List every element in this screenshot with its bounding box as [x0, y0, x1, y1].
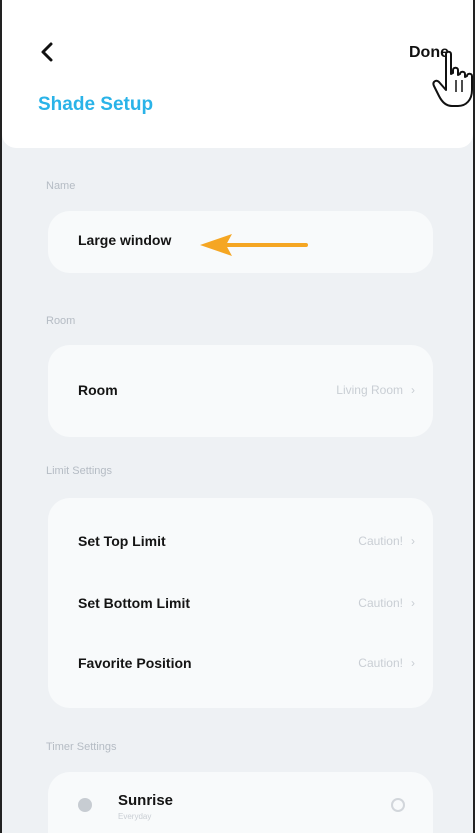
chevron-right-icon: › — [411, 534, 415, 548]
set-top-limit-value: Caution! — [358, 534, 403, 548]
chevron-right-icon: › — [411, 656, 415, 670]
hand-pointer-icon — [432, 50, 473, 107]
limit-settings-card: Set Top Limit Caution! › Set Bottom Limi… — [48, 498, 433, 708]
section-label-limit-settings: Limit Settings — [46, 465, 113, 477]
clock-icon — [78, 798, 92, 812]
set-bottom-limit-value: Caution! — [358, 596, 403, 610]
favorite-position-row[interactable]: Favorite Position Caution! › — [48, 634, 433, 694]
section-label-name: Name — [46, 180, 76, 192]
timer-row-sunrise[interactable]: Sunrise Everyday — [48, 772, 433, 833]
favorite-position-value: Caution! — [358, 656, 403, 670]
set-top-limit-label: Set Top Limit — [78, 533, 166, 549]
timer-label: Sunrise — [118, 792, 174, 809]
room-card: Room Living Room › — [48, 345, 433, 437]
timer-settings-card: Sunrise Everyday — [48, 772, 433, 833]
set-bottom-limit-label: Set Bottom Limit — [78, 595, 190, 611]
set-top-limit-row[interactable]: Set Top Limit Caution! › — [48, 512, 433, 572]
chevron-right-icon: › — [411, 596, 415, 610]
arrow-left-icon — [200, 234, 308, 256]
section-label-timer-settings: Timer Settings — [46, 741, 117, 753]
name-value: Large window — [78, 232, 172, 248]
page-title: Shade Setup — [38, 94, 154, 115]
favorite-position-label: Favorite Position — [78, 655, 192, 671]
header: Done Shade Setup — [2, 0, 473, 148]
section-label-room: Room — [46, 315, 76, 327]
phone-frame: Done Shade Setup Name Large window Room … — [0, 0, 475, 833]
chevron-right-icon: › — [411, 383, 415, 397]
set-bottom-limit-row[interactable]: Set Bottom Limit Caution! › — [48, 574, 433, 634]
room-row[interactable]: Room Living Room › — [48, 361, 433, 421]
room-value: Living Room — [336, 383, 403, 397]
back-button[interactable] — [34, 38, 62, 66]
room-label: Room — [78, 382, 118, 398]
timer-toggle[interactable] — [391, 798, 405, 812]
chevron-left-icon — [41, 42, 53, 62]
timer-sublabel: Everyday — [118, 812, 152, 821]
